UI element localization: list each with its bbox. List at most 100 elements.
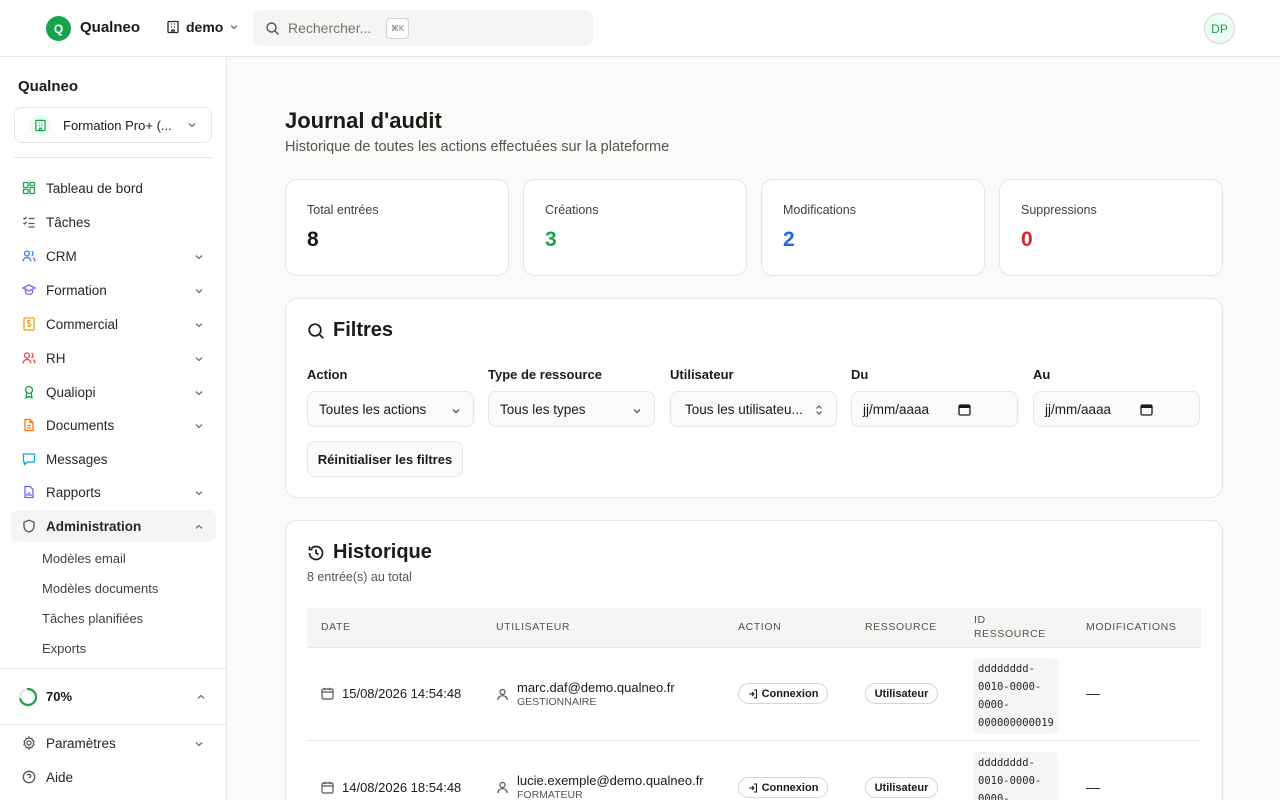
resource-id-line: dddddddd- [978,663,1035,675]
column-header-id-line1[interactable]: ID [974,614,986,626]
users-icon [22,249,36,263]
resource-id-line: 0010-0000- [978,775,1042,787]
dollar-icon [22,317,36,331]
progress-ring [18,687,38,706]
filters-title: Filtres [307,319,393,342]
filter-type-select[interactable]: Tous les types [488,391,655,427]
sidebar-item-label: Commercial [46,316,119,332]
message-icon [22,452,36,466]
sidebar-item-label: Aide [46,769,74,785]
progress-label: 70% [46,689,73,704]
resource-badge: Utilisateur [865,777,938,798]
action-text: Connexion [761,687,819,700]
reset-filters-button[interactable]: Réinitialiser les filtres [307,441,463,477]
document-icon [22,418,36,432]
chevron-down-icon [195,491,203,496]
chevron-down-icon [230,25,238,30]
stat-card-modifications: Modifications 2 [761,179,985,276]
resource-id-line: 0010-0000- [978,681,1042,693]
sidebar-item-label: Qualiopi [46,384,96,400]
sidebar-item-qualiopi[interactable]: Qualiopi [10,376,216,408]
app-name[interactable]: Qualneo [80,19,140,36]
resource-id-line: 0000- [978,793,1010,800]
sidebar-item-rapports[interactable]: Rapports [10,476,216,508]
sidebar-item-rh[interactable]: RH [10,342,216,374]
sidebar-item-documents[interactable]: Documents [10,409,216,441]
sidebar-subitem-exports[interactable]: Exports [42,641,86,656]
sidebar-item-help[interactable]: Aide [10,761,216,793]
divider [14,157,212,158]
sidebar-item-dashboard[interactable]: Tableau de bord [10,172,216,204]
tasks-icon [22,215,36,229]
onboarding-progress[interactable]: 70% [0,668,226,725]
sidebar-item-commercial[interactable]: Commercial [10,308,216,340]
sidebar-item-tasks[interactable]: Tâches [10,206,216,238]
user-avatar[interactable]: DP [1204,13,1235,44]
user-email: lucie.exemple@demo.qualneo.fr [517,773,704,788]
sidebar-item-label: Messages [46,451,108,467]
user-icon [497,781,508,793]
sidebar-brand: Qualneo [18,78,79,95]
table-row[interactable]: 15/08/2026 14:54:48 marc.daf@demo.qualne… [307,648,1201,741]
filters-title-text: Filtres [333,319,394,341]
sidebar-item-label: Formation [46,282,107,298]
cell-user: marc.daf@demo.qualneo.fr GESTIONNAIRE [496,680,675,708]
sidebar-item-messages[interactable]: Messages [10,443,216,475]
filter-to-date[interactable]: jj/mm/aaaa [1033,391,1200,427]
search-bar[interactable]: ⌘K [253,10,593,46]
column-header-modifications[interactable]: Modifications [1086,621,1176,633]
login-icon [748,782,757,793]
chevron-down-icon [452,409,460,414]
sidebar-subitem-scheduled-tasks[interactable]: Tâches planifiées [42,611,143,626]
stat-label: Total entrées [307,203,379,217]
history-title-text: Historique [333,541,432,563]
filter-type-value: Tous les types [500,401,586,417]
column-header-action[interactable]: Action [738,621,781,633]
calendar-icon[interactable] [1140,403,1153,416]
organization-selector[interactable]: Formation Pro+ (... [14,107,212,143]
user-role: FORMATEUR [517,789,583,800]
sidebar-item-administration[interactable]: Administration [10,510,216,542]
sidebar-subitem-email-templates[interactable]: Modèles email [42,551,126,566]
date-text: 15/08/2026 14:54:48 [342,686,462,701]
calendar-icon[interactable] [958,403,971,416]
sidebar-item-formation[interactable]: Formation [10,274,216,306]
page-title: Journal d'audit [285,108,442,133]
stat-value: 2 [783,228,795,251]
sidebar-subitem-document-templates[interactable]: Modèles documents [42,581,158,596]
logo-badge[interactable]: Q [46,16,71,41]
filter-action-select[interactable]: Toutes les actions [307,391,474,427]
shield-icon [22,519,36,533]
chevron-updown-icon [816,405,822,415]
chevron-down-icon [195,424,203,429]
filter-from-placeholder: jj/mm/aaaa [863,401,930,417]
column-header-date[interactable]: Date [321,621,351,633]
stat-card-total: Total entrées 8 [285,179,509,276]
column-header-id-line2[interactable]: Ressource [974,628,1046,640]
sidebar-item-crm[interactable]: CRM [10,240,216,272]
chevron-down-icon [195,289,203,294]
column-header-user[interactable]: Utilisateur [496,621,570,633]
sidebar-item-label: Tableau de bord [46,180,143,196]
stat-value: 8 [307,228,319,251]
graduation-cap-icon [22,283,36,297]
resource-id-line: 0000- [978,699,1010,711]
sidebar-item-settings[interactable]: Paramètres [10,727,216,759]
history-title: Historique [307,541,432,564]
chevron-up-icon [195,524,203,529]
user-email: marc.daf@demo.qualneo.fr [517,680,675,695]
sidebar-item-label: Rapports [46,484,101,500]
award-icon [22,385,36,399]
org-switcher[interactable]: demo [166,19,239,35]
filter-from-date[interactable]: jj/mm/aaaa [851,391,1018,427]
sidebar-item-label: Tâches [46,214,91,230]
search-input[interactable] [288,20,378,36]
stat-label: Suppressions [1021,203,1097,217]
stat-card-deletions: Suppressions 0 [999,179,1223,276]
column-header-resource[interactable]: Ressource [865,621,937,633]
table-row[interactable]: 14/08/2026 18:54:48 lucie.exemple@demo.q… [307,742,1201,800]
sidebar-item-label: CRM [46,248,77,264]
filter-user-value: Tous les utilisateu... [685,401,803,417]
filter-from-label: Du [851,367,869,382]
filter-user-select[interactable]: Tous les utilisateu... [670,391,837,427]
